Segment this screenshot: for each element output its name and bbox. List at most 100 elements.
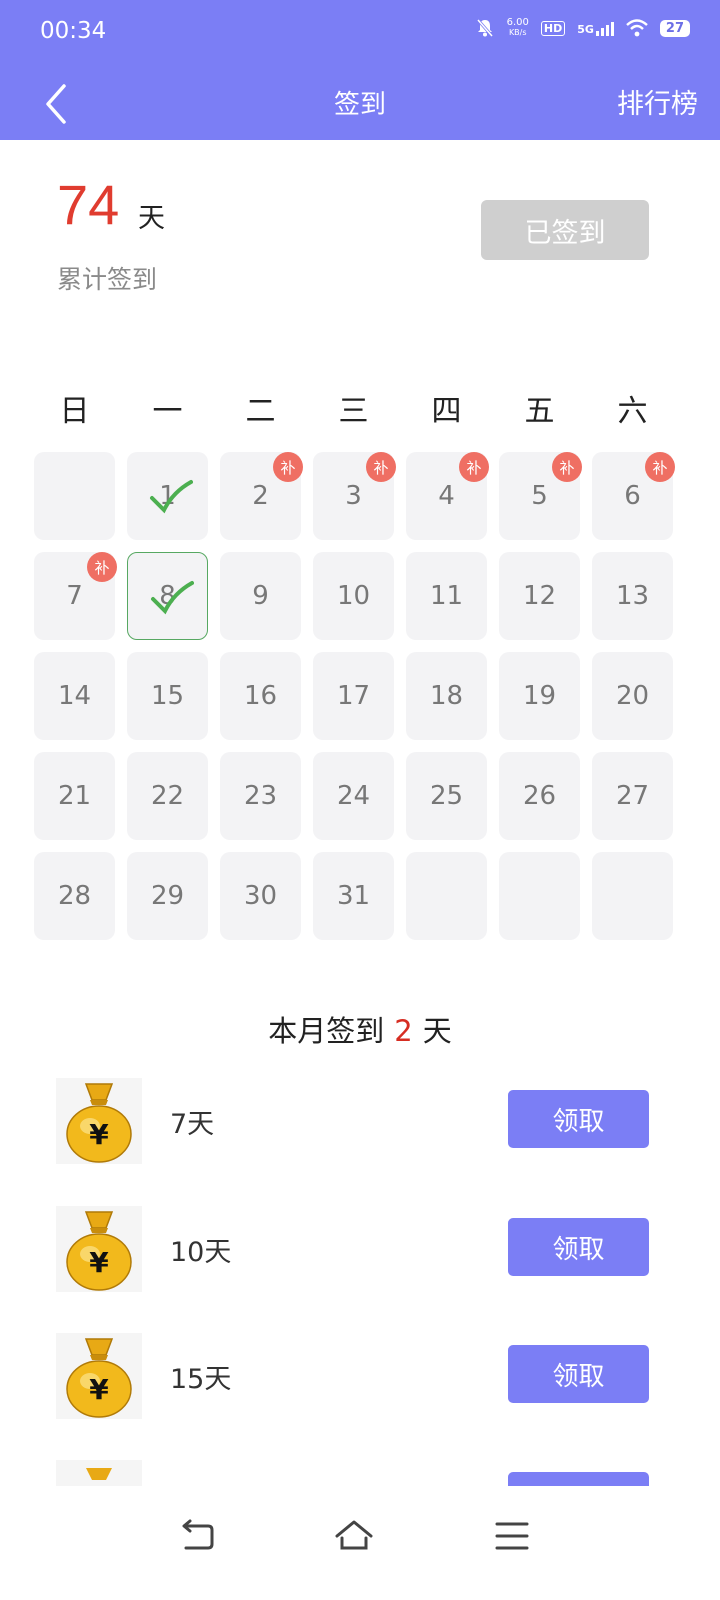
day-number: 12 [522, 581, 557, 611]
makeup-badge[interactable]: 补 [552, 452, 582, 482]
makeup-badge[interactable]: 补 [273, 452, 303, 482]
calendar-day-5[interactable]: 5补 [499, 452, 582, 540]
system-nav-bar [0, 1486, 720, 1600]
calendar-row: 14 15 16 17 18 19 20 [34, 652, 686, 742]
calendar-day-20[interactable]: 20 [592, 652, 673, 740]
day-number: 29 [150, 881, 185, 911]
svg-text:¥: ¥ [89, 1118, 109, 1151]
calendar-day-12[interactable]: 12 [499, 552, 580, 640]
calendar-day-17[interactable]: 17 [313, 652, 394, 740]
day-number: 7 [66, 581, 83, 611]
page-title: 签到 [333, 90, 386, 120]
reward-item: ¥10天 领取 [56, 1206, 656, 1296]
calendar-row: 28 29 30 31 [34, 852, 686, 942]
money-bag-icon: ¥ [56, 1206, 142, 1292]
calendar-empty-cell [592, 852, 673, 940]
calendar-day-29[interactable]: 29 [127, 852, 208, 940]
day-number: 26 [522, 781, 557, 811]
makeup-badge[interactable]: 补 [366, 452, 396, 482]
calendar-day-24[interactable]: 24 [313, 752, 394, 840]
calendar-day-2[interactable]: 2补 [220, 452, 303, 540]
calendar-day-27[interactable]: 27 [592, 752, 673, 840]
calendar-day-26[interactable]: 26 [499, 752, 580, 840]
calendar-day-23[interactable]: 23 [220, 752, 301, 840]
calendar-day-7[interactable]: 7补 [34, 552, 117, 640]
weekday-fri: 五 [524, 394, 555, 429]
reward-days-label: 15天 [170, 1364, 232, 1395]
calendar-row: 21 22 23 24 25 26 27 [34, 752, 686, 842]
calendar-day-10[interactable]: 10 [313, 552, 394, 640]
calendar-day-9[interactable]: 9 [220, 552, 301, 640]
calendar-day-1[interactable]: 1 [127, 452, 208, 540]
calendar-day-3[interactable]: 3补 [313, 452, 396, 540]
calendar-day-11[interactable]: 11 [406, 552, 487, 640]
calendar-day-14[interactable]: 14 [34, 652, 115, 740]
calendar-day-30[interactable]: 30 [220, 852, 301, 940]
day-number: 22 [150, 781, 185, 811]
day-number: 17 [336, 681, 371, 711]
weekday-wed: 三 [338, 394, 369, 429]
claim-button[interactable]: 领取 [508, 1090, 649, 1148]
day-number: 5 [531, 481, 548, 511]
day-number: 9 [252, 581, 269, 611]
day-number: 2 [252, 481, 269, 511]
claim-button[interactable]: 领取 [508, 1345, 649, 1403]
calendar-empty-cell [499, 852, 580, 940]
day-number: 20 [615, 681, 650, 711]
calendar-day-28[interactable]: 28 [34, 852, 115, 940]
checkmark-icon [151, 581, 194, 615]
day-number: 31 [336, 881, 371, 911]
calendar-day-13[interactable]: 13 [592, 552, 673, 640]
calendar-day-18[interactable]: 18 [406, 652, 487, 740]
day-number: 14 [57, 681, 92, 711]
home-icon [335, 1520, 373, 1550]
status-icons: 6.00 KB/s HD 5G 27 [475, 18, 690, 38]
makeup-badge[interactable]: 补 [87, 552, 117, 582]
signal-icon [595, 20, 614, 36]
nav-home-button[interactable] [334, 1516, 374, 1556]
day-number: 28 [57, 881, 92, 911]
total-days-label: 累计签到 [57, 265, 158, 294]
day-number: 6 [624, 481, 641, 511]
calendar-day-19[interactable]: 19 [499, 652, 580, 740]
day-number: 4 [438, 481, 455, 511]
weekday-sun: 日 [59, 394, 90, 429]
nav-back-button[interactable] [178, 1516, 218, 1556]
network-type: 5G [577, 20, 614, 36]
nav-menu-button[interactable] [492, 1516, 532, 1556]
calendar-day-6[interactable]: 6补 [592, 452, 675, 540]
claim-button[interactable]: 领取 [508, 1218, 649, 1276]
app-header: 签到 排行榜 [0, 68, 720, 140]
calendar-day-25[interactable]: 25 [406, 752, 487, 840]
day-number: 19 [522, 681, 557, 711]
svg-text:¥: ¥ [89, 1246, 109, 1279]
calendar-day-15[interactable]: 15 [127, 652, 208, 740]
status-time: 00:34 [40, 18, 107, 44]
day-number: 25 [429, 781, 464, 811]
calendar-day-16[interactable]: 16 [220, 652, 301, 740]
calendar-day-4[interactable]: 4补 [406, 452, 489, 540]
calendar-day-21[interactable]: 21 [34, 752, 115, 840]
calendar-day-8[interactable]: 8 [127, 552, 208, 640]
makeup-badge[interactable]: 补 [645, 452, 675, 482]
monthly-signin-count: 本月签到 2 天 [268, 1014, 452, 1048]
day-number: 23 [243, 781, 278, 811]
weekday-tue: 二 [245, 394, 276, 429]
hd-icon: HD [540, 20, 566, 36]
weekday-sat: 六 [617, 394, 648, 429]
day-number: 30 [243, 881, 278, 911]
mute-bell-icon [476, 19, 493, 37]
day-number: 3 [345, 481, 362, 511]
signed-in-button[interactable]: 已签到 [481, 200, 649, 260]
reward-days-label: 7天 [170, 1109, 215, 1140]
makeup-badge[interactable]: 补 [459, 452, 489, 482]
claim-button[interactable] [508, 1472, 649, 1486]
day-number: 11 [429, 581, 464, 611]
money-bag-icon: ¥ [56, 1333, 142, 1419]
day-number: 24 [336, 781, 371, 811]
calendar-day-31[interactable]: 31 [313, 852, 394, 940]
leaderboard-link[interactable]: 排行榜 [617, 82, 698, 121]
calendar-day-22[interactable]: 22 [127, 752, 208, 840]
battery-icon: 27 [659, 19, 690, 37]
weekday-header: 日 一 二 三 四 五 六 [28, 386, 680, 430]
